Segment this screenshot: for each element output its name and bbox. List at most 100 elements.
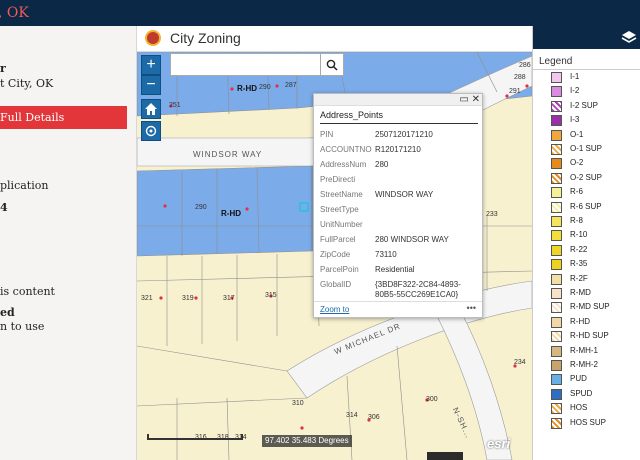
search-input[interactable] xyxy=(170,53,344,76)
scale-bar xyxy=(147,434,243,440)
attribute-row: FullParcel 280 WINDSOR WAY xyxy=(320,235,476,249)
legend-label: SPUD xyxy=(570,388,593,398)
attribute-row: ZipCode 73110 xyxy=(320,250,476,264)
legend-label: R-6 xyxy=(570,187,583,197)
legend-swatch xyxy=(551,388,562,400)
legend-label: R-8 xyxy=(570,216,583,225)
legend-item: R-6 xyxy=(551,186,639,199)
parcel-label: 315 xyxy=(265,292,277,299)
legend-item: R-6 SUP xyxy=(551,201,639,214)
legend-swatch xyxy=(551,345,562,357)
attribute-key: ZipCode xyxy=(320,250,351,259)
legend-toolbar xyxy=(533,26,640,49)
legend-title: Legend xyxy=(539,56,573,67)
legend-item: O-2 SUP xyxy=(551,172,639,185)
close-icon[interactable]: ✕ xyxy=(472,94,480,105)
legend-swatch xyxy=(551,316,562,328)
parcel-label: 317 xyxy=(223,295,235,302)
popup-divider xyxy=(320,123,478,124)
attribute-key: FullParcel xyxy=(320,235,356,244)
legend-swatch xyxy=(551,302,562,314)
parcel-label: 314 xyxy=(346,412,358,419)
legend-label: R-HD xyxy=(570,316,590,326)
details-line-5: is content xyxy=(0,285,55,298)
app-title: , OK xyxy=(0,5,29,21)
legend-item: R-HD SUP xyxy=(551,330,639,343)
attribute-key: ACCOUNTNO xyxy=(320,145,372,154)
legend-item: R-MH-2 xyxy=(551,359,639,372)
legend-swatch xyxy=(551,100,562,112)
locate-icon xyxy=(145,125,157,137)
zoom-to-link[interactable]: Zoom to xyxy=(320,305,349,314)
details-line-7: n to use xyxy=(0,320,45,333)
legend-label: PUD xyxy=(570,374,587,384)
legend-swatch xyxy=(551,374,562,386)
zone-label-rhd: R-HD xyxy=(237,84,257,93)
legend-label: I-3 xyxy=(570,115,580,125)
parcel-label: 233 xyxy=(486,211,498,218)
street-label-windsor: WINDSOR WAY xyxy=(193,150,263,159)
map-view[interactable]: R-HD R-HD 290 287 251 291 288 286 290 23… xyxy=(137,26,532,460)
legend-swatch xyxy=(551,72,562,83)
legend-item: R-MD xyxy=(551,287,639,300)
home-icon xyxy=(145,103,157,115)
legend-item: R-HD xyxy=(551,316,639,329)
attribute-value: 280 WINDSOR WAY xyxy=(375,235,449,244)
legend-item: R-10 xyxy=(551,229,639,242)
zoom-in-button[interactable]: + xyxy=(141,55,161,75)
attribute-key: UnitNumber xyxy=(320,220,363,229)
legend-label: HOS SUP xyxy=(570,417,607,427)
legend-panel: Legend I-1 I-2 I-2 SUP I-3 O-1 O-1 SUP O-2 O-2 … xyxy=(532,26,640,460)
map-title: City Zoning xyxy=(170,30,241,46)
esri-logo: esri xyxy=(487,436,511,451)
home-button[interactable] xyxy=(141,99,161,119)
layers-icon[interactable] xyxy=(621,29,637,45)
legend-label: R-35 xyxy=(570,259,588,269)
attribute-row: UnitNumber xyxy=(320,220,476,234)
attribute-value: 280 xyxy=(375,160,389,169)
legend-item: R-MH-1 xyxy=(551,345,639,358)
legend-label: R-2F xyxy=(570,273,588,283)
feature-popup[interactable]: ▭ ✕ Address_Points PIN 2507120171210 ACCO… xyxy=(313,93,483,318)
locate-button[interactable] xyxy=(141,121,161,141)
attribute-row: StreetType xyxy=(320,205,476,219)
full-details-button[interactable]: Full Details xyxy=(0,106,127,129)
legend-swatch xyxy=(551,115,562,127)
legend-label: O-2 xyxy=(570,158,584,168)
parcel-label: 300 xyxy=(426,396,438,403)
legend-item: HOS SUP xyxy=(551,417,639,430)
expand-tab[interactable] xyxy=(427,452,463,460)
city-seal-icon xyxy=(145,30,161,46)
legend-label: R-MD xyxy=(570,288,591,297)
legend-swatch xyxy=(551,158,562,170)
attribute-value: WINDSOR WAY xyxy=(375,190,434,199)
legend-swatch xyxy=(551,331,562,343)
legend-divider xyxy=(533,69,640,70)
legend-item: SPUD xyxy=(551,388,639,401)
map-header: City Zoning xyxy=(137,26,532,52)
details-line-2: t City, OK xyxy=(0,77,54,90)
search-button[interactable] xyxy=(320,53,344,76)
legend-item: I-2 SUP xyxy=(551,100,639,113)
maximize-icon[interactable]: ▭ xyxy=(459,94,468,105)
legend-item: R-8 xyxy=(551,215,639,228)
attribute-row: PIN 2507120171210 xyxy=(320,130,476,144)
parcel-label: 286 xyxy=(519,62,531,69)
attribute-key: PIN xyxy=(320,130,334,139)
legend-swatch xyxy=(551,403,562,415)
details-line-6: ed xyxy=(0,306,15,319)
attribute-row: AddressNum 280 xyxy=(320,160,476,174)
legend-label: HOS xyxy=(570,403,588,413)
top-bar: , OK xyxy=(0,0,640,26)
more-options-icon[interactable]: ••• xyxy=(467,303,476,313)
zoom-out-button[interactable]: − xyxy=(141,75,161,95)
legend-swatch xyxy=(551,230,562,242)
parcel-label: 290 xyxy=(195,204,207,211)
legend-item: HOS xyxy=(551,402,639,415)
legend-swatch xyxy=(551,273,562,285)
legend-item: I-1 xyxy=(551,71,639,84)
parcel-label: 251 xyxy=(169,102,181,109)
details-line-4: 4 xyxy=(0,201,8,214)
search-icon xyxy=(326,59,338,71)
legend-swatch xyxy=(551,288,562,299)
